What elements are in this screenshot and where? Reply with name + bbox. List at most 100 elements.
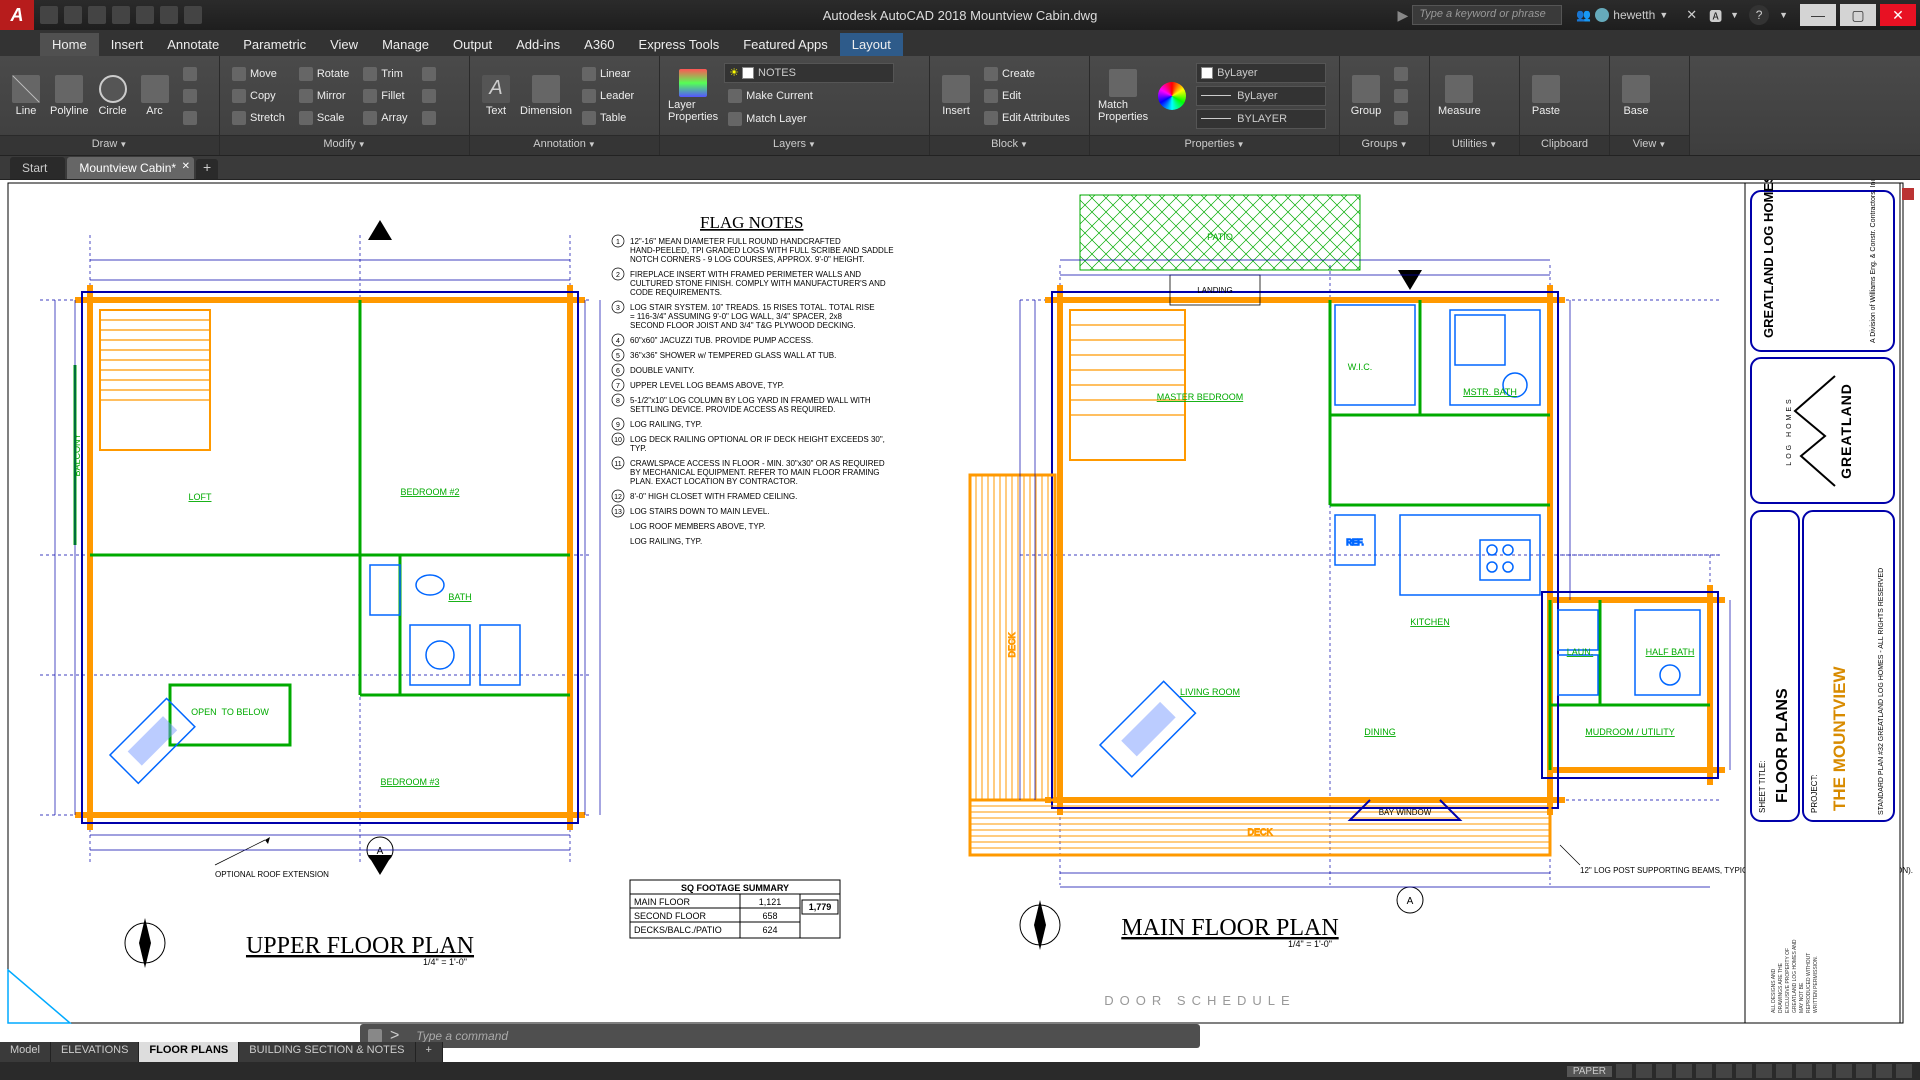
exchange-icon[interactable]: ✕ [1682, 7, 1701, 23]
status-icon[interactable] [1856, 1064, 1872, 1078]
layout-tab-add[interactable]: + [416, 1042, 443, 1062]
tab-addins[interactable]: Add-ins [504, 33, 572, 56]
layout-tab-sections[interactable]: BUILDING SECTION & NOTES [239, 1042, 415, 1062]
linetype-combo[interactable]: BYLAYER [1196, 109, 1326, 129]
copy-button[interactable]: Copy [228, 86, 289, 106]
close-button[interactable]: ✕ [1880, 4, 1916, 26]
circle-button[interactable]: Circle [95, 75, 131, 117]
lineweight-combo[interactable]: ByLayer [1196, 86, 1326, 106]
cmd-history-icon[interactable] [368, 1029, 382, 1043]
status-icon[interactable] [1676, 1064, 1692, 1078]
color-wheel-icon[interactable] [1154, 82, 1190, 110]
panel-clipboard[interactable]: Clipboard [1520, 135, 1609, 155]
tab-insert[interactable]: Insert [99, 33, 156, 56]
command-line[interactable]: >_ Type a command [360, 1024, 1200, 1048]
tab-parametric[interactable]: Parametric [231, 33, 318, 56]
status-icon[interactable] [1696, 1064, 1712, 1078]
status-icon[interactable] [1836, 1064, 1852, 1078]
layout-tab-elevations[interactable]: ELEVATIONS [51, 1042, 139, 1062]
group-tool-icon[interactable] [1390, 86, 1412, 106]
qat-redo-icon[interactable] [184, 6, 202, 24]
arc-button[interactable]: Arc [137, 75, 173, 117]
status-icon[interactable] [1756, 1064, 1772, 1078]
group-button[interactable]: Group [1348, 75, 1384, 117]
modify-tool-icon[interactable] [418, 108, 440, 128]
edit-attributes-button[interactable]: Edit Attributes [980, 108, 1074, 128]
qat-save-icon[interactable] [88, 6, 106, 24]
status-icon[interactable] [1796, 1064, 1812, 1078]
status-icon[interactable] [1636, 1064, 1652, 1078]
layout-tab-floorplans[interactable]: FLOOR PLANS [139, 1042, 239, 1062]
table-button[interactable]: Table [578, 108, 638, 128]
status-icon[interactable] [1816, 1064, 1832, 1078]
panel-annotation[interactable]: Annotation▼ [470, 135, 659, 155]
a360-icon[interactable]: 🅰 [1705, 6, 1726, 25]
rotate-button[interactable]: Rotate [295, 64, 353, 84]
qat-saveas-icon[interactable] [112, 6, 130, 24]
stretch-button[interactable]: Stretch [228, 108, 289, 128]
maximize-button[interactable]: ▢ [1840, 4, 1876, 26]
file-tab-drawing[interactable]: Mountview Cabin*✕ [67, 157, 194, 179]
layer-properties-button[interactable]: Layer Properties [668, 69, 718, 123]
trim-button[interactable]: Trim [359, 64, 411, 84]
panel-modify[interactable]: Modify▼ [220, 135, 469, 155]
panel-block[interactable]: Block▼ [930, 135, 1089, 155]
modify-tool-icon[interactable] [418, 64, 440, 84]
scale-button[interactable]: Scale [295, 108, 353, 128]
new-tab-button[interactable]: + [196, 159, 218, 179]
tab-featuredapps[interactable]: Featured Apps [731, 33, 840, 56]
paste-button[interactable]: Paste [1528, 75, 1564, 117]
status-icon[interactable] [1776, 1064, 1792, 1078]
line-button[interactable]: Line [8, 75, 44, 117]
status-icon[interactable] [1896, 1064, 1912, 1078]
status-icon[interactable] [1716, 1064, 1732, 1078]
match-layer-button[interactable]: Match Layer [724, 109, 894, 129]
base-button[interactable]: Base [1618, 75, 1654, 117]
group-tool-icon[interactable] [1390, 64, 1412, 84]
tab-expresstools[interactable]: Express Tools [627, 33, 732, 56]
user-menu[interactable]: 👥 hewetth ▼ [1566, 8, 1678, 22]
color-combo[interactable]: ByLayer [1196, 63, 1326, 83]
leader-button[interactable]: Leader [578, 86, 638, 106]
panel-utilities[interactable]: Utilities▼ [1430, 135, 1519, 155]
draw-tool-icon[interactable] [179, 86, 201, 106]
qat-undo-icon[interactable] [160, 6, 178, 24]
create-button[interactable]: Create [980, 64, 1074, 84]
linear-button[interactable]: Linear [578, 64, 638, 84]
draw-tool-icon[interactable] [179, 108, 201, 128]
status-icon[interactable] [1876, 1064, 1892, 1078]
panel-layers[interactable]: Layers▼ [660, 135, 929, 155]
mirror-button[interactable]: Mirror [295, 86, 353, 106]
tab-manage[interactable]: Manage [370, 33, 441, 56]
text-button[interactable]: AText [478, 75, 514, 117]
qat-new-icon[interactable] [40, 6, 58, 24]
help-icon[interactable]: ? [1749, 5, 1769, 25]
status-icon[interactable] [1616, 1064, 1632, 1078]
panel-properties[interactable]: Properties▼ [1090, 135, 1339, 155]
group-tool-icon[interactable] [1390, 108, 1412, 128]
panel-view[interactable]: View▼ [1610, 135, 1689, 155]
layer-combo[interactable]: ☀NOTES [724, 63, 894, 83]
edit-button[interactable]: Edit [980, 86, 1074, 106]
tab-annotate[interactable]: Annotate [155, 33, 231, 56]
move-button[interactable]: Move [228, 64, 289, 84]
tab-home[interactable]: Home [40, 33, 99, 56]
tab-layout[interactable]: Layout [840, 33, 903, 56]
tab-close-icon[interactable]: ✕ [182, 161, 190, 172]
tab-output[interactable]: Output [441, 33, 504, 56]
array-button[interactable]: Array [359, 108, 411, 128]
insert-button[interactable]: Insert [938, 75, 974, 117]
layout-tab-model[interactable]: Model [0, 1042, 51, 1062]
command-input[interactable]: Type a command [416, 1029, 1192, 1043]
measure-button[interactable]: Measure [1438, 75, 1481, 117]
make-current-button[interactable]: Make Current [724, 86, 894, 106]
qat-open-icon[interactable] [64, 6, 82, 24]
dimension-button[interactable]: Dimension [520, 75, 572, 117]
qat-plot-icon[interactable] [136, 6, 154, 24]
panel-draw[interactable]: Draw▼ [0, 135, 219, 155]
panel-groups[interactable]: Groups▼ [1340, 135, 1429, 155]
draw-tool-icon[interactable] [179, 64, 201, 84]
app-icon[interactable]: A [0, 0, 34, 30]
match-properties-button[interactable]: Match Properties [1098, 69, 1148, 123]
tab-a360[interactable]: A360 [572, 33, 626, 56]
